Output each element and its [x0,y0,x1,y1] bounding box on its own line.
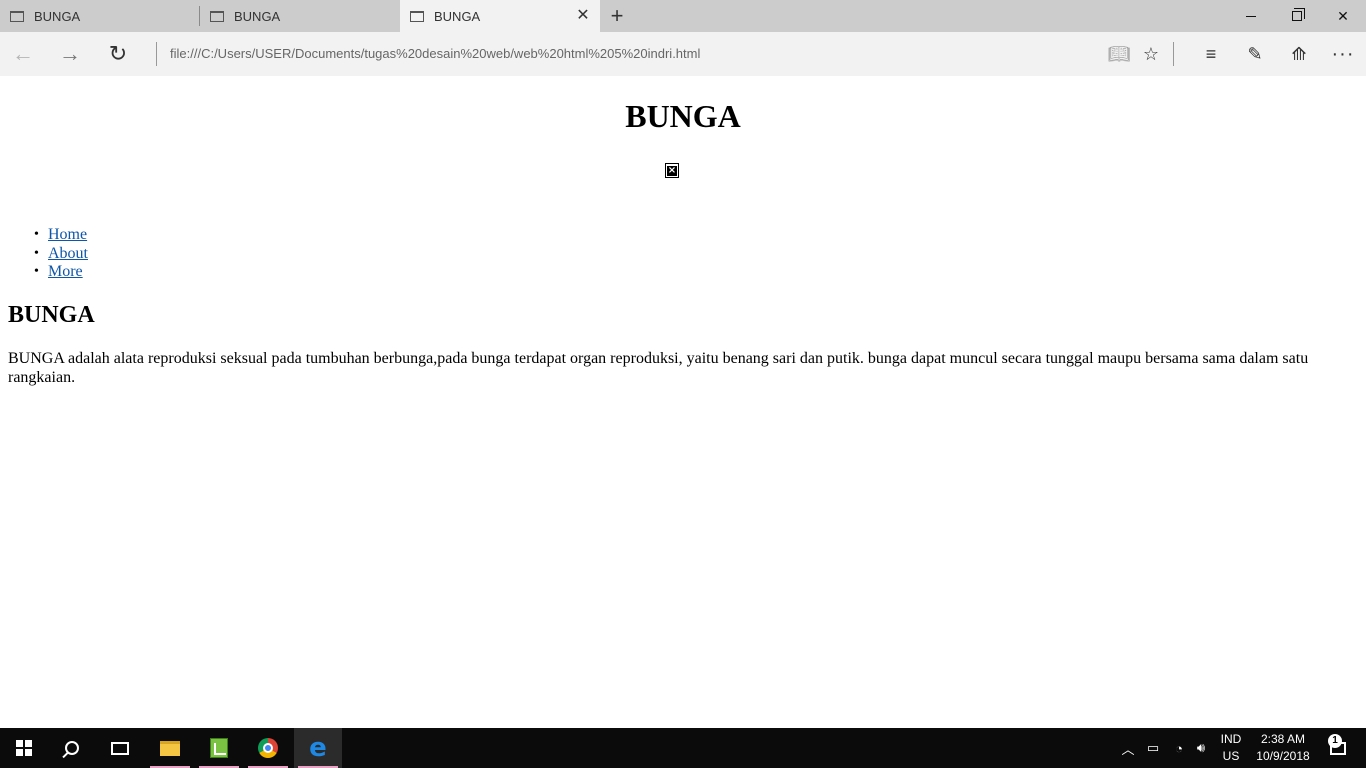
speaker-icon: 🔊︎ [1196,740,1206,755]
url-field[interactable]: file:///C:/Users/USER/Documents/tugas%20… [170,32,700,76]
nav-menu: Home About More [34,226,88,282]
page-heading: BUNGA [625,98,741,134]
divider [156,42,157,66]
close-window-button[interactable]: ✕ [1320,0,1366,32]
battery-button[interactable]: ▭ [1142,728,1164,768]
menu-item-home: Home [34,226,88,245]
more-button[interactable]: ··· [1323,32,1363,76]
address-bar: ← → ↻ file:///C:/Users/USER/Documents/tu… [0,32,1366,76]
keyboard-layout: US [1222,749,1240,763]
star-icon: ☆ [1142,43,1160,64]
share-button[interactable]: ⟰ [1279,32,1319,76]
pen-icon: ✎ [1247,43,1263,64]
task-view-button[interactable] [96,728,144,768]
book-icon: 📖︎ [1107,43,1131,64]
menu-item-more: More [34,263,88,282]
menu-item-about: About [34,245,88,264]
task-view-icon [111,741,129,755]
tab-2[interactable]: BUNGA [200,0,399,32]
file-explorer-button[interactable] [146,728,194,768]
page-icon [410,10,424,22]
clock-button[interactable]: 2:38 AM 10/9/2018 [1252,731,1314,765]
volume-button[interactable]: 🔊︎ [1190,728,1212,768]
notification-count: 1 [1328,734,1342,748]
page-icon [210,10,224,22]
folder-icon [160,740,180,756]
tab-label: BUNGA [34,8,81,24]
back-button[interactable]: ← [0,32,46,76]
web-note-button[interactable]: ✎ [1235,32,1275,76]
new-tab-button[interactable]: + [606,4,628,28]
clock-time: 2:38 AM [1260,732,1306,746]
close-tab-icon[interactable]: ✕ [576,8,590,24]
minimize-icon [1246,15,1256,17]
forward-button[interactable]: → [47,32,93,76]
edge-icon: e [309,733,327,763]
restore-icon [1292,8,1305,21]
section-title: BUNGA [8,302,95,328]
close-icon: ✕ [1337,7,1349,24]
windows-icon [16,740,32,756]
more-icon: ··· [1331,42,1355,65]
show-hidden-icons-button[interactable]: ︿ [1118,728,1138,768]
divider [1173,42,1174,66]
share-icon: ⟰ [1291,43,1307,64]
chrome-button[interactable] [244,728,292,768]
tab-3-active[interactable]: BUNGA ✕ [400,0,600,32]
spreadsheet-app-button[interactable] [195,728,243,768]
refresh-button[interactable]: ↻ [95,32,141,76]
search-button[interactable] [48,728,96,768]
arrow-left-icon: ← [12,41,34,66]
page-viewport: BUNGA × Home About More BUNGA BUNGA adal… [0,76,1366,728]
edge-button[interactable]: e [294,728,342,768]
spreadsheet-icon [210,738,228,758]
language-code: IND [1220,732,1242,746]
about-link[interactable]: About [48,245,88,262]
start-button[interactable] [0,728,48,768]
home-link[interactable]: Home [48,226,87,243]
hub-button[interactable]: ≡ [1191,32,1231,76]
taskbar: e ︿ ▭ ◔ 🔊︎ IND US 2:38 AM 10/9/2018 1 [0,728,1366,768]
tab-label: BUNGA [234,8,281,24]
hub-icon: ≡ [1205,43,1217,64]
input-language-button[interactable]: IND US [1214,731,1248,765]
clock-date: 10/9/2018 [1256,749,1310,763]
refresh-icon: ↻ [108,41,128,66]
battery-icon: ▭ [1146,740,1160,755]
page-icon [10,10,24,22]
arrow-right-icon: → [59,41,81,66]
body-paragraph: BUNGA adalah alata reproduksi seksual pa… [8,350,1309,386]
search-icon [65,741,79,755]
favorite-button[interactable]: ☆ [1131,32,1171,76]
chevron-up-icon: ︿ [1121,741,1135,757]
restore-button[interactable] [1274,0,1320,32]
network-button[interactable]: ◔ [1168,728,1190,768]
tab-label: BUNGA [434,8,481,24]
tab-1[interactable]: BUNGA [0,0,199,32]
tab-bar: BUNGA BUNGA BUNGA ✕ + ✕ [0,0,1366,32]
wifi-icon: ◔ [1175,740,1183,756]
more-link[interactable]: More [48,263,83,280]
minimize-button[interactable] [1228,0,1274,32]
action-center-button[interactable]: 1 [1318,728,1358,768]
chrome-icon [258,738,278,758]
broken-image-icon: × [665,163,679,178]
